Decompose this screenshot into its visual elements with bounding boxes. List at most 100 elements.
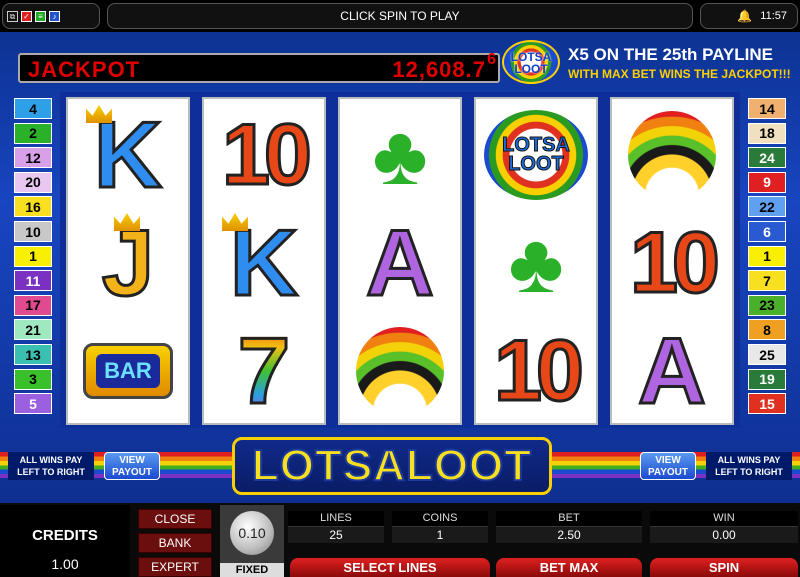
symbol-text: 7: [236, 318, 291, 423]
coins-value: 1: [392, 526, 488, 543]
payline-10-indicator[interactable]: 10: [14, 221, 52, 242]
bet-value: 2.50: [496, 526, 642, 543]
status-message: CLICK SPIN TO PLAY: [107, 3, 693, 29]
payline-3-indicator[interactable]: 3: [14, 368, 52, 390]
reel-5: 10 A: [610, 97, 734, 425]
reel-1: K J BAR: [66, 97, 190, 425]
coins-label: COINS: [392, 511, 488, 526]
symbol-j: J: [68, 209, 188, 317]
payline-4-indicator[interactable]: 4: [14, 98, 52, 119]
credits-label: CREDITS: [32, 527, 98, 544]
jackpot-value: 12,608.7: [392, 57, 486, 82]
window-icon[interactable]: ⧉: [7, 10, 18, 22]
coin-value[interactable]: 0.10: [230, 511, 274, 555]
select-lines-button[interactable]: SELECT LINES: [290, 558, 490, 577]
bet-label: BET: [496, 511, 642, 526]
top-left-controls: ⧉ ✓ ≡ ♪: [2, 3, 100, 29]
symbol-clover: ♣: [340, 101, 460, 209]
payline-6-indicator[interactable]: 6: [748, 221, 786, 242]
payline-5-indicator[interactable]: 5: [14, 393, 52, 415]
wins-pay-note-left: ALL WINS PAY LEFT TO RIGHT: [8, 452, 94, 480]
checkbox-icon[interactable]: ✓: [21, 10, 32, 22]
symbol-7: 7: [204, 317, 324, 425]
payline-1-indicator[interactable]: 1: [748, 245, 786, 267]
symbol-k: K: [204, 209, 324, 317]
reel-3: ♣ A: [338, 97, 462, 425]
symbol-clover: ♣: [476, 209, 596, 317]
bell-icon[interactable]: 🔔: [737, 9, 752, 23]
payline-18-indicator[interactable]: 18: [748, 122, 786, 144]
win-label: WIN: [650, 511, 798, 526]
symbol-10: 10: [612, 209, 732, 317]
credits-display: CREDITS 1.00: [0, 505, 130, 577]
payline-20-indicator[interactable]: 20: [14, 171, 52, 193]
symbol-pot-of-gold: [612, 101, 732, 209]
credits-value: 1.00: [51, 556, 79, 572]
view-payout-button-left[interactable]: VIEW PAYOUT: [104, 452, 160, 480]
jackpot-label: JACKPOT: [28, 57, 141, 82]
payline-9-indicator[interactable]: 9: [748, 171, 786, 193]
close-button[interactable]: CLOSE: [138, 509, 212, 529]
payline-24-indicator[interactable]: 24: [748, 147, 786, 169]
jackpot-display: JACKPOT 12,608.7 6: [18, 51, 500, 83]
payline-8-indicator[interactable]: 8: [748, 319, 786, 341]
payline-13-indicator[interactable]: 13: [14, 344, 52, 365]
payline-21-indicator[interactable]: 21: [14, 319, 52, 341]
slot-game-window: ⧉ ✓ ≡ ♪ CLICK SPIN TO PLAY 🔔 11:57 JACKP…: [0, 0, 800, 577]
payline-22-indicator[interactable]: 22: [748, 196, 786, 218]
symbol-a: A: [612, 317, 732, 425]
lotsa-loot-badge: LOTSA LOOT: [502, 40, 560, 84]
payline-11-indicator[interactable]: 11: [14, 270, 52, 292]
spin-button[interactable]: SPIN: [650, 558, 798, 577]
lotsa-loot-scatter-icon: LOTSA LOOT: [484, 110, 588, 200]
payline-1-indicator[interactable]: 1: [14, 245, 52, 267]
symbol-text: 10: [629, 215, 722, 311]
payline-14-indicator[interactable]: 14: [748, 98, 786, 119]
payline-15-indicator[interactable]: 15: [748, 393, 786, 415]
promo-headline: X5 ON THE 25th PAYLINE: [568, 45, 773, 64]
lines-value: 25: [288, 526, 384, 543]
expert-button[interactable]: EXPERT: [138, 557, 212, 577]
symbol-text: BAR: [96, 354, 160, 388]
bet-stat: BET 2.50: [496, 511, 642, 547]
payline-23-indicator[interactable]: 23: [748, 294, 786, 316]
symbol-text: 10: [493, 323, 586, 419]
coin-selector[interactable]: 0.10 FIXED: [220, 505, 284, 577]
options-icon[interactable]: ≡: [35, 10, 46, 22]
clover-icon: ♣: [372, 108, 428, 202]
payline-17-indicator[interactable]: 17: [14, 294, 52, 316]
payline-2-indicator[interactable]: 2: [14, 122, 52, 144]
bet-max-button[interactable]: BET MAX: [496, 558, 642, 577]
payline-12-indicator[interactable]: 12: [14, 147, 52, 169]
clock: 11:57: [760, 10, 787, 22]
payline-16-indicator[interactable]: 16: [14, 196, 52, 218]
wins-pay-note-right: ALL WINS PAY LEFT TO RIGHT: [706, 452, 792, 480]
pot-of-gold-icon: [628, 111, 716, 199]
symbol-a: A: [340, 209, 460, 317]
reel-2: 10 K 7: [202, 97, 326, 425]
view-payout-button-right[interactable]: VIEW PAYOUT: [640, 452, 696, 480]
win-value: 0.00: [650, 526, 798, 543]
symbol-10: 10: [476, 317, 596, 425]
jackpot-ticking-digit: 6: [487, 51, 496, 68]
symbol-10: 10: [204, 101, 324, 209]
coins-stat: COINS 1: [392, 511, 488, 547]
pot-of-gold-icon: [356, 327, 444, 415]
promo-subline: WITH MAX BET WINS THE JACKPOT!!!: [568, 67, 791, 81]
lines-stat: LINES 25: [288, 511, 384, 547]
top-right-info: 🔔 11:57: [700, 3, 798, 29]
bank-button[interactable]: BANK: [138, 533, 212, 553]
symbol-text: A: [637, 318, 708, 423]
win-stat: WIN 0.00: [650, 511, 798, 547]
payline-7-indicator[interactable]: 7: [748, 270, 786, 292]
payline-19-indicator[interactable]: 19: [748, 368, 786, 390]
payline-25-indicator[interactable]: 25: [748, 344, 786, 365]
sound-icon[interactable]: ♪: [49, 10, 60, 22]
game-logo: LOTSALOOT: [232, 437, 552, 495]
bar-icon: BAR: [83, 343, 173, 399]
symbol-k: K: [68, 101, 188, 209]
lotsa-loot-badge-text: LOTSA LOOT: [510, 50, 552, 76]
game-logo-text: LOTSALOOT: [251, 440, 533, 491]
symbol-text: A: [365, 210, 436, 315]
clover-icon: ♣: [508, 216, 564, 310]
